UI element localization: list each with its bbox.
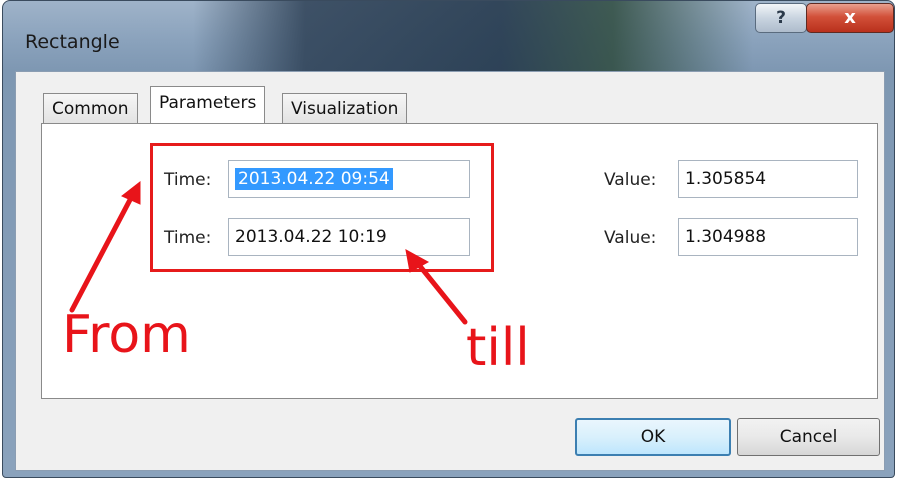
- from-annotation: From: [62, 305, 191, 365]
- till-arrow: [412, 257, 468, 325]
- annotation-arrows: [69, 180, 468, 325]
- till-annotation: till: [466, 318, 530, 378]
- from-arrow: [69, 193, 135, 313]
